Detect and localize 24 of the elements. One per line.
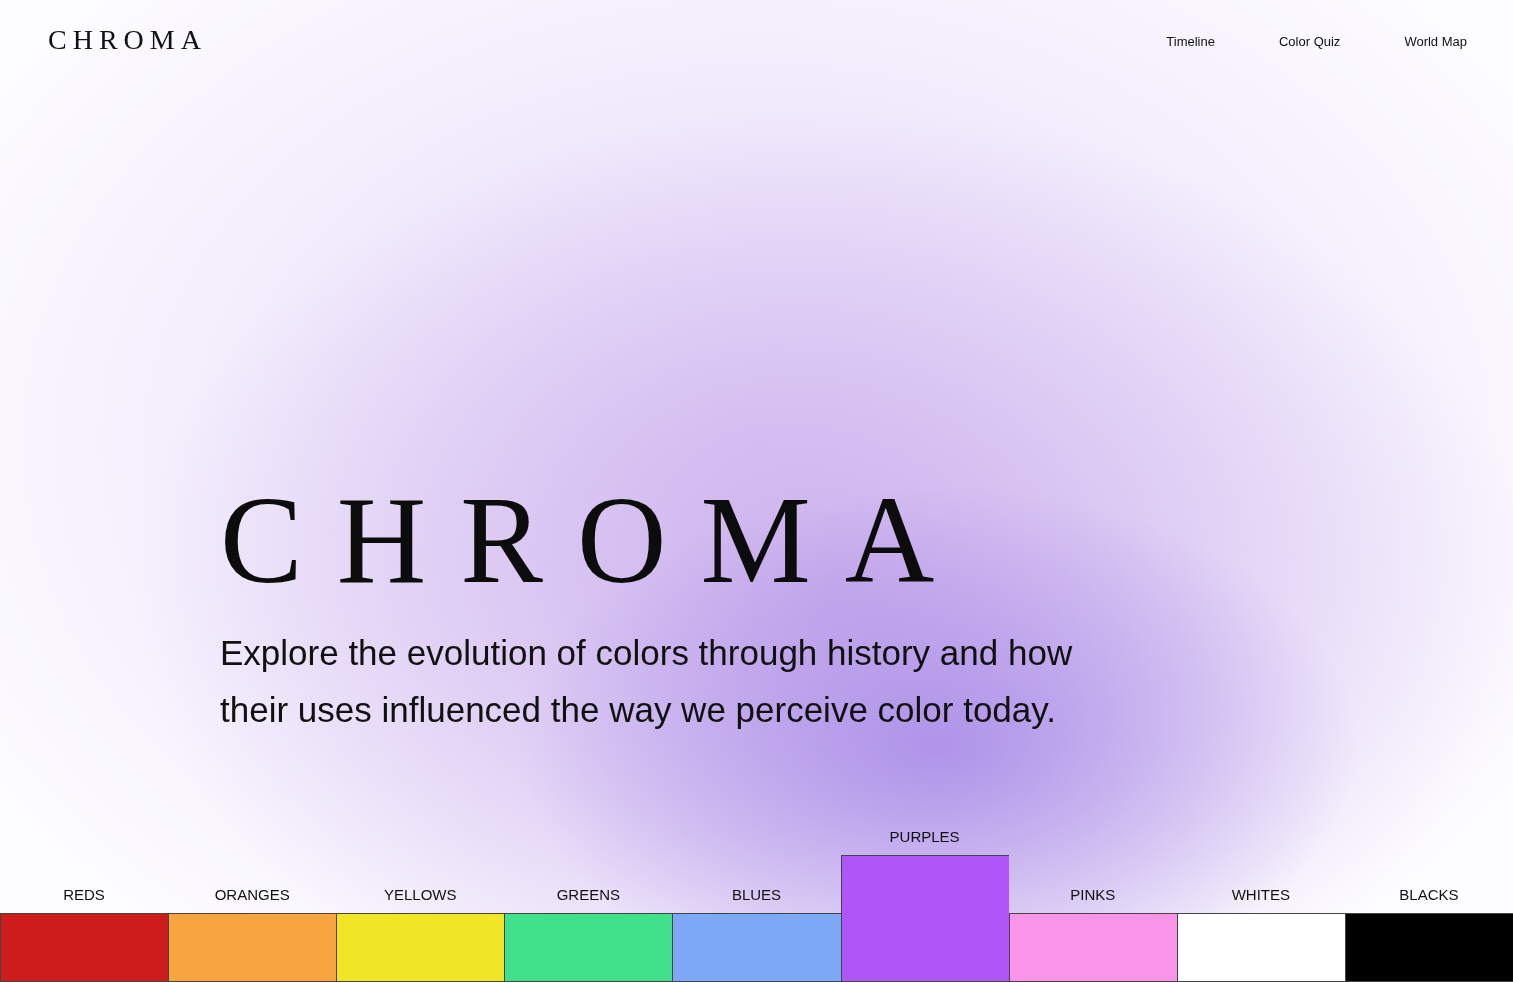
- swatch-label: BLACKS: [1398, 886, 1460, 903]
- nav-link[interactable]: Timeline: [1166, 33, 1215, 49]
- hero-title: CHROMA: [220, 475, 970, 606]
- color-swatch[interactable]: [672, 913, 841, 982]
- nav-link[interactable]: World Map: [1404, 33, 1467, 49]
- color-swatch[interactable]: [1008, 913, 1177, 982]
- color-swatch[interactable]: [1176, 913, 1345, 982]
- swatch-label: PINKS: [1069, 886, 1117, 903]
- swatch-label: GREENS: [555, 886, 622, 903]
- color-swatch[interactable]: [336, 913, 505, 982]
- color-swatch[interactable]: [1344, 913, 1513, 982]
- swatch-label: WHITES: [1230, 886, 1291, 903]
- nav-link[interactable]: Color Quiz: [1278, 33, 1341, 49]
- swatch-label: ORANGES: [213, 886, 291, 903]
- color-swatch[interactable]: [168, 913, 337, 982]
- swatch-label: REDS: [62, 886, 106, 903]
- swatch-label: YELLOWS: [383, 886, 458, 903]
- color-swatch[interactable]: [0, 913, 169, 982]
- swatch-label: PURPLES: [888, 828, 961, 845]
- color-swatch[interactable]: [504, 913, 673, 982]
- hero-subtitle: Explore the evolution of colors through history and how their uses influenced the way we perceive color today.: [220, 632, 1074, 731]
- color-swatch[interactable]: [840, 855, 1009, 982]
- logo[interactable]: CHROMA: [48, 24, 207, 56]
- swatch-label: BLUES: [730, 886, 783, 903]
